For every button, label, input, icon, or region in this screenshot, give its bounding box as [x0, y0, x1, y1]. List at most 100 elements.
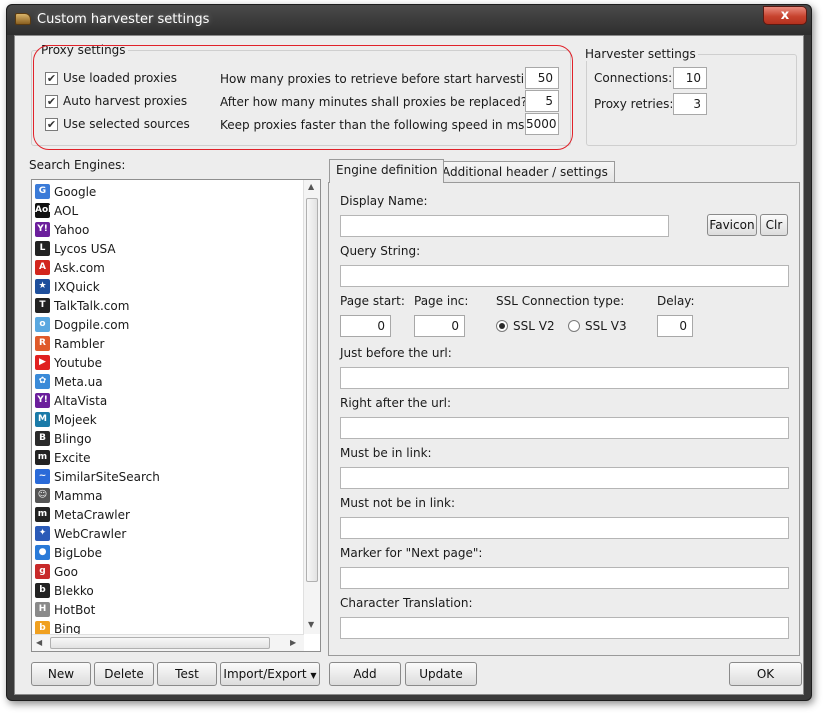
page-inc-input[interactable]: 0 — [414, 315, 465, 337]
list-item[interactable]: T TalkTalk.com — [32, 296, 304, 315]
list-item[interactable]: R Rambler — [32, 334, 304, 353]
delete-button[interactable]: Delete — [94, 662, 154, 686]
checkbox-label: Use selected sources — [63, 117, 190, 131]
engine-name: WebCrawler — [54, 526, 127, 541]
tab-additional-header[interactable]: Additional header / settings — [435, 161, 615, 183]
scroll-up-arrow-icon[interactable]: ▲ — [308, 182, 314, 191]
list-item[interactable]: Y! Yahoo — [32, 220, 304, 239]
list-item[interactable]: ☺ Mamma — [32, 486, 304, 505]
engine-name: Goo — [54, 564, 78, 579]
right-after-url-input[interactable] — [340, 417, 789, 439]
update-button[interactable]: Update — [405, 662, 477, 686]
search-engines-list[interactable]: G Google Aol AOL Y! Yahoo L Lycos USA A Ask.com ★ I… — [31, 179, 321, 652]
engine-name: MetaCrawler — [54, 507, 130, 522]
dropdown-arrow-icon: ▼ — [310, 671, 317, 680]
close-button[interactable]: x — [763, 6, 807, 25]
character-translation-label: Character Translation: — [340, 596, 473, 610]
ssl-v2-radio[interactable]: SSL V2 — [496, 319, 555, 333]
horizontal-scroll-thumb[interactable] — [50, 637, 270, 649]
excite-icon: m — [35, 450, 50, 465]
engine-name: Mamma — [54, 488, 103, 503]
title-bar[interactable]: Custom harvester settings x — [7, 5, 811, 35]
list-item[interactable]: b Blekko — [32, 581, 304, 600]
scroll-right-arrow-icon[interactable]: ▶ — [290, 638, 296, 647]
engine-name: HotBot — [54, 602, 96, 617]
vertical-scroll-thumb[interactable] — [306, 198, 318, 582]
radio-label: SSL V2 — [513, 319, 555, 333]
must-be-in-link-input[interactable] — [340, 467, 789, 489]
page-start-input[interactable]: 0 — [340, 315, 391, 337]
use-selected-sources-checkbox[interactable]: ✔ Use selected sources — [45, 117, 190, 131]
list-item[interactable]: o Dogpile.com — [32, 315, 304, 334]
list-item[interactable]: H HotBot — [32, 600, 304, 619]
display-name-input[interactable] — [340, 215, 669, 237]
search-engines-label: Search Engines: — [29, 158, 126, 172]
delay-input[interactable]: 0 — [657, 315, 693, 337]
proxies-to-retrieve-input[interactable]: 50 — [525, 67, 559, 89]
auto-harvest-proxies-checkbox[interactable]: ✔ Auto harvest proxies — [45, 94, 187, 108]
list-item[interactable]: L Lycos USA — [32, 239, 304, 258]
list-item[interactable]: m MetaCrawler — [32, 505, 304, 524]
vertical-scrollbar[interactable]: ▲ ▼ — [303, 180, 320, 634]
list-item[interactable]: M Mojeek — [32, 410, 304, 429]
engine-name: BigLobe — [54, 545, 102, 560]
list-item[interactable]: ✦ WebCrawler — [32, 524, 304, 543]
list-item[interactable]: A Ask.com — [32, 258, 304, 277]
list-item[interactable]: ● BigLobe — [32, 543, 304, 562]
list-item[interactable]: m Excite — [32, 448, 304, 467]
replace-minutes-input[interactable]: 5 — [525, 90, 559, 112]
horizontal-scrollbar[interactable]: ◀ ▶ — [32, 634, 304, 651]
yahoo-icon: Y! — [35, 222, 50, 237]
engine-name: Meta.ua — [54, 374, 103, 389]
google-icon: G — [35, 184, 50, 199]
checkbox-box[interactable]: ✔ — [45, 94, 58, 108]
proxy-retries-input[interactable]: 3 — [673, 93, 707, 115]
list-item[interactable]: G Google — [32, 182, 304, 201]
proxy-retries-label: Proxy retries: — [594, 97, 674, 111]
use-loaded-proxies-checkbox[interactable]: ✔ Use loaded proxies — [45, 71, 177, 85]
scroll-left-arrow-icon[interactable]: ◀ — [36, 638, 42, 647]
engine-name: Blekko — [54, 583, 94, 598]
new-button[interactable]: New — [31, 662, 91, 686]
list-item[interactable]: Aol AOL — [32, 201, 304, 220]
just-before-url-input[interactable] — [340, 367, 789, 389]
meta-ua-icon: ✿ — [35, 374, 50, 389]
connections-input[interactable]: 10 — [673, 67, 707, 89]
next-page-marker-label: Marker for "Next page": — [340, 546, 483, 560]
page-inc-label: Page inc: — [414, 294, 469, 308]
favicon-button[interactable]: Favicon — [707, 214, 757, 236]
aol-icon: Aol — [35, 203, 51, 218]
list-item[interactable]: B Blingo — [32, 429, 304, 448]
radio-button[interactable] — [568, 320, 580, 332]
mamma-icon: ☺ — [35, 488, 50, 503]
list-item[interactable]: ★ IXQuick — [32, 277, 304, 296]
clear-button[interactable]: Clr — [760, 214, 788, 236]
list-item[interactable]: ▶ Youtube — [32, 353, 304, 372]
character-translation-input[interactable] — [340, 617, 789, 639]
radio-button[interactable] — [496, 320, 508, 332]
ssl-v3-radio[interactable]: SSL V3 — [568, 319, 627, 333]
checkbox-box[interactable]: ✔ — [45, 117, 58, 131]
query-string-input[interactable] — [340, 265, 789, 287]
ok-button[interactable]: OK — [729, 662, 802, 686]
list-item[interactable]: ✿ Meta.ua — [32, 372, 304, 391]
just-before-url-label: Just before the url: — [340, 346, 452, 360]
scroll-down-arrow-icon[interactable]: ▼ — [308, 620, 314, 629]
add-button[interactable]: Add — [329, 662, 401, 686]
must-not-be-in-link-input[interactable] — [340, 517, 789, 539]
radio-label: SSL V3 — [585, 319, 627, 333]
list-item[interactable]: g Goo — [32, 562, 304, 581]
checkbox-box[interactable]: ✔ — [45, 71, 58, 85]
youtube-icon: ▶ — [35, 355, 50, 370]
speed-ms-input[interactable]: 5000 — [525, 113, 559, 135]
hotbot-icon: H — [35, 602, 50, 617]
engine-name: Google — [54, 184, 97, 199]
list-item[interactable]: ~ SimilarSiteSearch — [32, 467, 304, 486]
goo-icon: g — [35, 564, 50, 579]
import-export-button[interactable]: Import/Export ▼ — [220, 662, 320, 686]
test-button[interactable]: Test — [157, 662, 217, 686]
list-item[interactable]: Y! AltaVista — [32, 391, 304, 410]
tab-engine-definition[interactable]: Engine definition — [329, 159, 445, 183]
engine-name: AltaVista — [54, 393, 108, 408]
next-page-marker-input[interactable] — [340, 567, 789, 589]
